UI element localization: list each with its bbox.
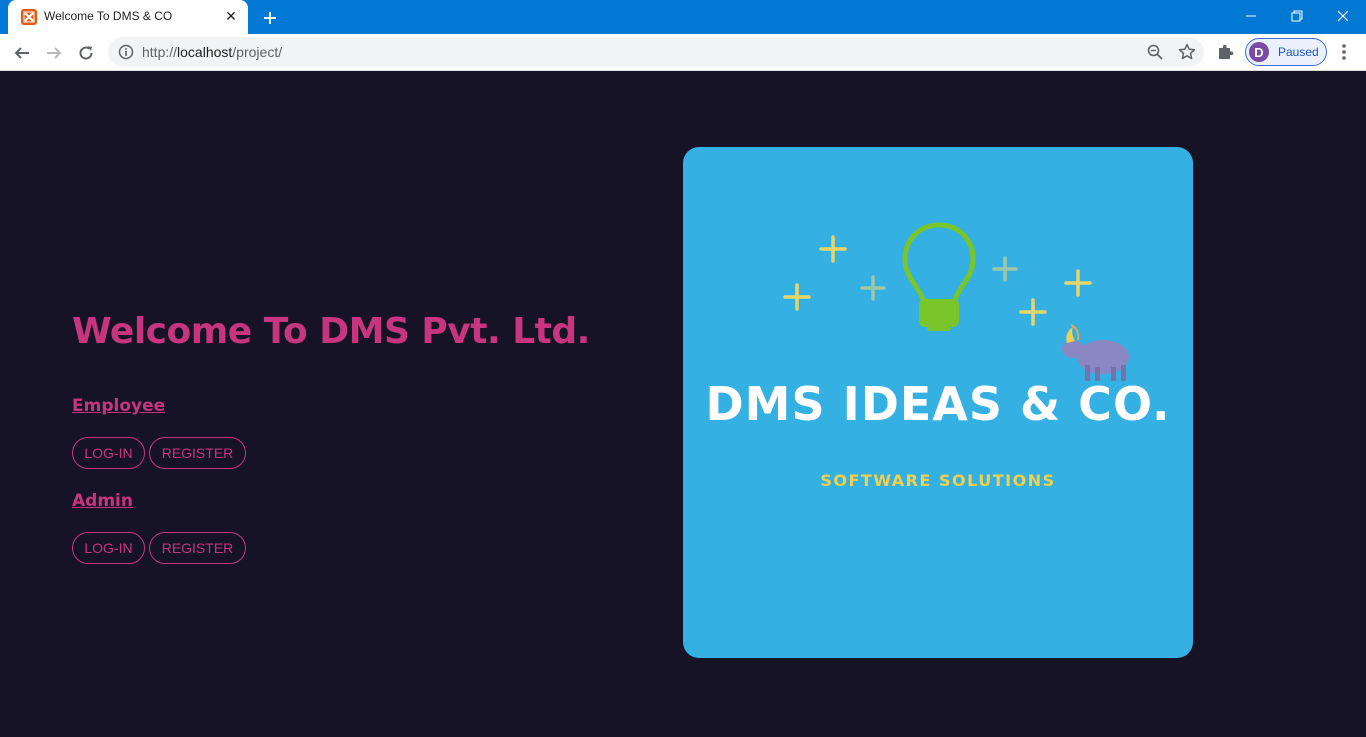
profile-button[interactable]: D Paused [1245,38,1327,66]
back-icon[interactable] [8,39,36,67]
employee-login-button[interactable]: LOG-IN [72,437,145,469]
admin-register-button[interactable]: REGISTER [149,532,246,564]
bull-icon [1062,324,1129,381]
logo-title: DMS IDEAS & CO. [705,377,1171,431]
logo-subtitle: SOFTWARE SOLUTIONS [820,471,1056,490]
avatar: D [1249,42,1269,62]
url-text[interactable]: http://localhost/project/ [142,44,282,60]
reload-icon[interactable] [72,39,100,67]
sparkle-icon [992,256,1018,282]
address-bar[interactable]: http://localhost/project/ [108,37,1204,67]
xampp-favicon-icon [21,9,37,25]
close-window-icon[interactable] [1320,0,1366,32]
extensions-puzzle-icon[interactable] [1216,42,1236,62]
forward-icon[interactable] [40,39,68,67]
minimize-icon[interactable] [1228,0,1274,32]
company-logo: DMS IDEAS & CO. SOFTWARE SOLUTIONS [683,147,1193,658]
new-tab-icon[interactable] [258,6,282,30]
tab-close-icon[interactable]: ✕ [222,8,240,26]
sparkle-icon [783,283,811,311]
admin-login-button[interactable]: LOG-IN [72,532,145,564]
browser-titlebar: Welcome To DMS & CO ✕ [0,0,1366,34]
employee-link[interactable]: Employee [72,396,165,416]
sparkle-icon [1064,269,1092,297]
browser-toolbar: http://localhost/project/ D Paused [0,34,1366,71]
employee-register-button[interactable]: REGISTER [149,437,246,469]
page-body: Welcome To DMS Pvt. Ltd. Employee LOG-IN… [0,71,1366,737]
browser-tab[interactable]: Welcome To DMS & CO ✕ [8,0,248,34]
tab-title: Welcome To DMS & CO [44,9,173,23]
bookmark-star-icon[interactable] [1178,43,1196,61]
zoom-icon[interactable] [1146,43,1164,61]
lightbulb-icon [902,222,976,331]
info-icon[interactable] [118,44,134,60]
restore-icon[interactable] [1274,0,1320,32]
profile-status-label: Paused [1278,45,1319,59]
more-menu-icon[interactable] [1334,42,1354,62]
admin-link[interactable]: Admin [72,491,133,511]
sparkle-icon [1019,298,1047,326]
sparkle-icon [860,275,886,301]
sparkle-icon [819,235,847,263]
page-title: Welcome To DMS Pvt. Ltd. [72,311,590,352]
